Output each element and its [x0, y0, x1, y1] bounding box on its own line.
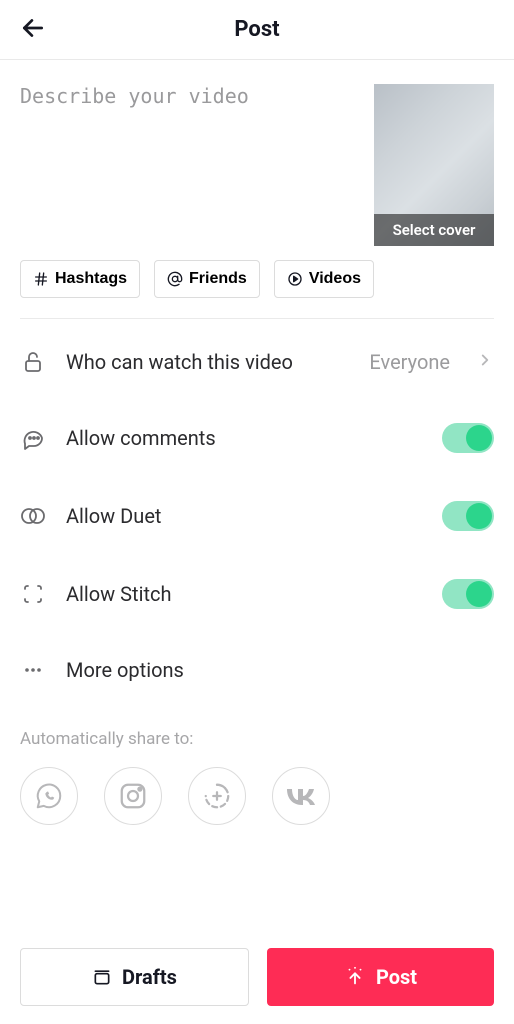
compose-area: Select cover	[0, 60, 514, 260]
share-section: Automatically share to:	[0, 707, 514, 825]
friends-label: Friends	[189, 270, 247, 288]
hashtags-label: Hashtags	[55, 270, 127, 288]
privacy-row[interactable]: Who can watch this video Everyone	[20, 325, 494, 399]
cover-label: Select cover	[374, 214, 494, 246]
page-title: Post	[234, 17, 279, 42]
stitch-label: Allow Stitch	[66, 582, 422, 606]
hashtags-chip[interactable]: Hashtags	[20, 260, 140, 298]
comments-row: Allow comments	[20, 399, 494, 477]
stitch-icon	[20, 581, 46, 607]
more-options-label: More options	[66, 658, 494, 682]
post-icon	[344, 966, 366, 988]
post-button[interactable]: Post	[267, 948, 494, 1006]
settings-list: Who can watch this video Everyone Allow …	[0, 319, 514, 707]
post-label: Post	[376, 965, 417, 989]
drafts-label: Drafts	[122, 965, 177, 989]
stitch-toggle[interactable]	[442, 579, 494, 609]
videos-chip[interactable]: Videos	[274, 260, 374, 298]
bottom-bar: Drafts Post	[20, 948, 494, 1006]
back-button[interactable]	[20, 15, 46, 45]
more-options-row[interactable]: More options	[20, 633, 494, 707]
stories-plus-icon	[202, 781, 232, 811]
header: Post	[0, 0, 514, 60]
arrow-left-icon	[20, 15, 46, 41]
chevron-right-icon	[476, 351, 494, 373]
comment-icon	[20, 425, 46, 451]
drafts-button[interactable]: Drafts	[20, 948, 249, 1006]
duet-row: Allow Duet	[20, 477, 494, 555]
share-instagram-button[interactable]	[104, 767, 162, 825]
privacy-value: Everyone	[369, 350, 450, 374]
friends-chip[interactable]: Friends	[154, 260, 260, 298]
hashtag-icon	[33, 271, 49, 287]
share-vk-button[interactable]	[272, 767, 330, 825]
dots-icon	[20, 657, 46, 683]
chip-row: Hashtags Friends Videos	[0, 260, 514, 318]
comments-label: Allow comments	[66, 426, 422, 450]
cover-thumbnail[interactable]: Select cover	[374, 84, 494, 246]
videos-label: Videos	[309, 270, 361, 288]
privacy-label: Who can watch this video	[66, 350, 349, 374]
lock-open-icon	[20, 349, 46, 375]
duet-icon	[20, 503, 46, 529]
vk-icon	[284, 786, 318, 806]
comments-toggle[interactable]	[442, 423, 494, 453]
duet-label: Allow Duet	[66, 504, 422, 528]
drafts-icon	[92, 967, 112, 987]
play-circle-icon	[287, 271, 303, 287]
share-stories-button[interactable]	[188, 767, 246, 825]
share-whatsapp-button[interactable]	[20, 767, 78, 825]
whatsapp-icon	[34, 781, 64, 811]
at-icon	[167, 271, 183, 287]
instagram-icon	[118, 781, 148, 811]
stitch-row: Allow Stitch	[20, 555, 494, 633]
description-input[interactable]	[20, 84, 360, 224]
duet-toggle[interactable]	[442, 501, 494, 531]
share-title: Automatically share to:	[20, 729, 494, 749]
share-icons	[20, 767, 494, 825]
